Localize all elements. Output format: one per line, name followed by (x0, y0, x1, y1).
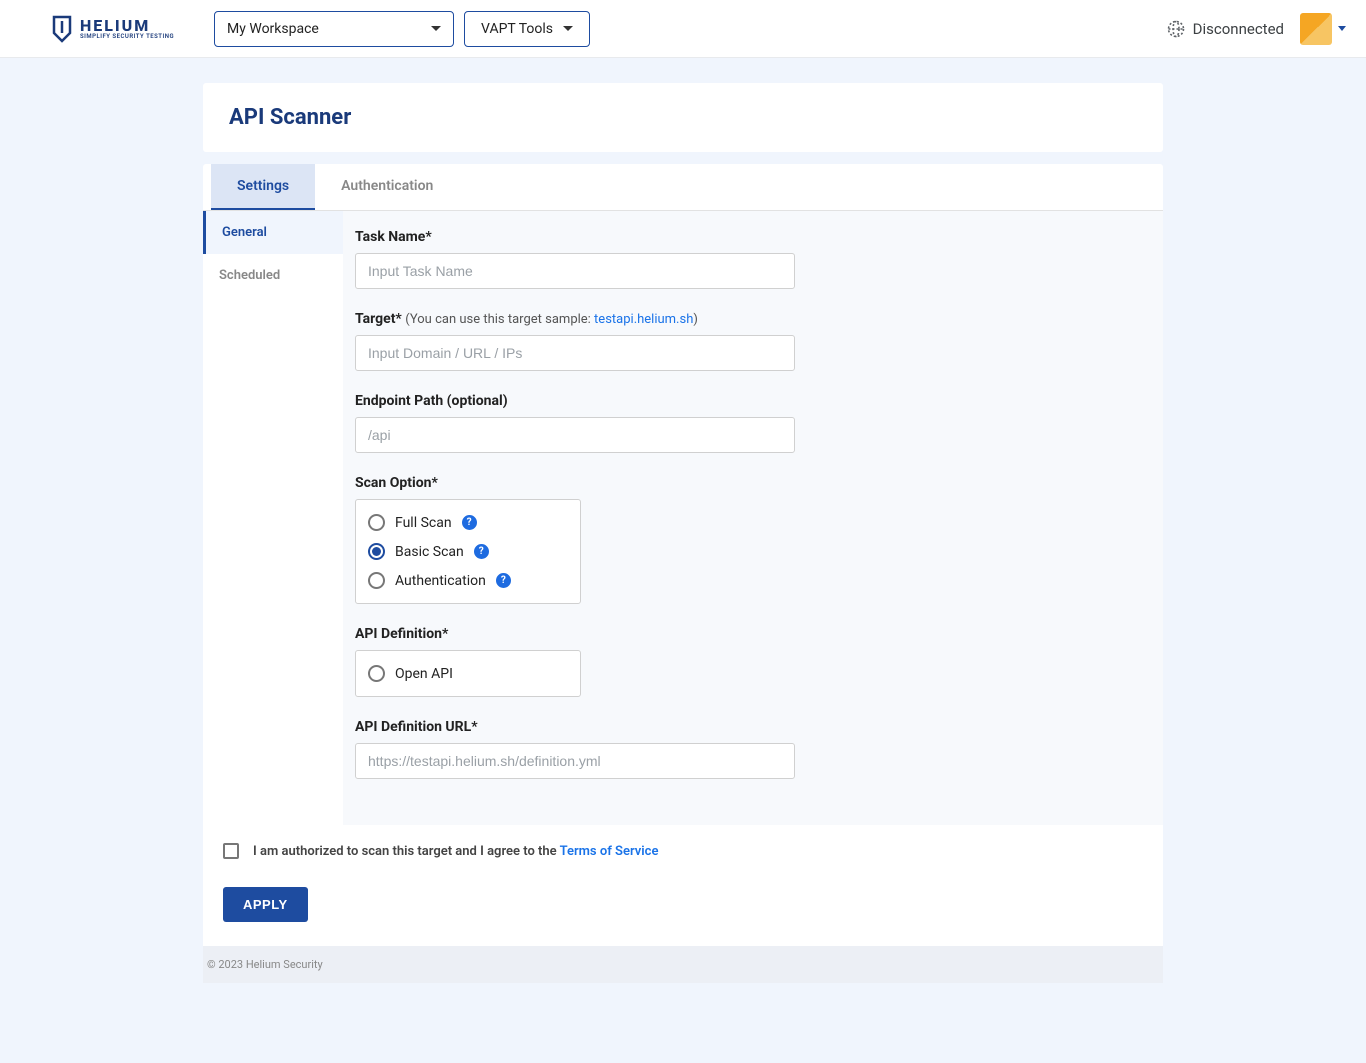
api-def-url-label: API Definition URL* (355, 719, 1139, 735)
side-nav: General Scheduled (203, 211, 343, 825)
scan-option-basic[interactable]: Basic Scan ? (356, 537, 580, 566)
avatar (1300, 13, 1332, 45)
consent-row: I am authorized to scan this target and … (203, 825, 1163, 877)
chevron-down-icon (431, 26, 441, 31)
user-menu[interactable] (1300, 13, 1346, 45)
radio-icon (368, 665, 385, 682)
workspace-label: My Workspace (227, 21, 319, 37)
task-name-label: Task Name* (355, 229, 1139, 245)
workspace-dropdown[interactable]: My Workspace (214, 11, 454, 47)
endpoint-label: Endpoint Path (optional) (355, 393, 1139, 409)
chevron-down-icon (1338, 26, 1346, 31)
help-icon[interactable]: ? (462, 515, 477, 530)
terms-of-service-link[interactable]: Terms of Service (560, 844, 659, 859)
footer: © 2023 Helium Security (203, 946, 1163, 983)
globe-icon (1167, 20, 1185, 38)
sidenav-scheduled[interactable]: Scheduled (203, 254, 343, 297)
page-title-card: API Scanner (203, 83, 1163, 152)
radio-icon (368, 572, 385, 589)
apply-button[interactable]: APPLY (223, 887, 308, 922)
consent-checkbox[interactable] (223, 843, 239, 859)
form-area: Task Name* Target* (You can use this tar… (343, 211, 1163, 825)
brand-logo: HELIUM SIMPLIFY SECURITY TESTING (50, 15, 174, 43)
api-definition-group: Open API (355, 650, 581, 697)
api-definition-openapi[interactable]: Open API (356, 659, 580, 688)
chevron-down-icon (563, 26, 573, 31)
sidenav-general[interactable]: General (203, 211, 343, 254)
radio-icon (368, 543, 385, 560)
main-container: API Scanner Settings Authentication Gene… (203, 58, 1163, 983)
brand-name: HELIUM (80, 18, 174, 34)
app-header: HELIUM SIMPLIFY SECURITY TESTING My Work… (0, 0, 1366, 58)
tab-settings[interactable]: Settings (211, 164, 315, 210)
tab-card: Settings Authentication General Schedule… (203, 164, 1163, 946)
tab-bar: Settings Authentication (203, 164, 1163, 211)
consent-text: I am authorized to scan this target and … (253, 844, 658, 859)
tools-label: VAPT Tools (481, 21, 553, 37)
footer-text: © 2023 Helium Security (207, 958, 323, 971)
help-icon[interactable]: ? (496, 573, 511, 588)
scan-option-auth[interactable]: Authentication ? (356, 566, 580, 595)
content-area: General Scheduled Task Name* Target* (Yo… (203, 211, 1163, 825)
endpoint-input[interactable] (355, 417, 795, 453)
status-text: Disconnected (1193, 20, 1284, 38)
api-def-url-input[interactable] (355, 743, 795, 779)
task-name-input[interactable] (355, 253, 795, 289)
target-label: Target* (You can use this target sample:… (355, 311, 1139, 327)
apply-row: APPLY (203, 877, 1163, 946)
radio-icon (368, 514, 385, 531)
shield-icon (50, 15, 74, 43)
connection-status: Disconnected (1167, 20, 1284, 38)
tab-authentication[interactable]: Authentication (315, 164, 459, 210)
target-sample-link[interactable]: testapi.helium.sh (594, 312, 693, 327)
target-input[interactable] (355, 335, 795, 371)
api-definition-label: API Definition* (355, 626, 1139, 642)
scan-option-full[interactable]: Full Scan ? (356, 508, 580, 537)
brand-tagline: SIMPLIFY SECURITY TESTING (80, 34, 174, 40)
help-icon[interactable]: ? (474, 544, 489, 559)
page-title: API Scanner (229, 105, 1137, 130)
tools-dropdown[interactable]: VAPT Tools (464, 11, 590, 47)
scan-option-label: Scan Option* (355, 475, 1139, 491)
scan-option-group: Full Scan ? Basic Scan ? Authentication … (355, 499, 581, 604)
